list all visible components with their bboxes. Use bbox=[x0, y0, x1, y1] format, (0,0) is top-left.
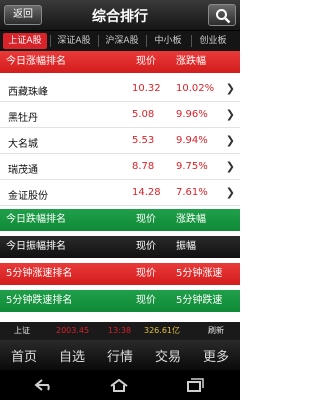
market-tabs: 上证A股 深证A股 沪深A股 中小板 创业板 bbox=[0, 31, 240, 51]
nav-more[interactable]: 更多 bbox=[192, 346, 240, 365]
section-title: 5分钟跌速排名 bbox=[6, 295, 73, 306]
tab-gem[interactable]: 创业板 bbox=[193, 33, 233, 49]
stock-name: 大名城 bbox=[8, 139, 38, 150]
index-ticker: 上证 2003.45 13:38 326.61亿 刷新 bbox=[0, 322, 240, 340]
stock-name: 西藏珠峰 bbox=[8, 87, 48, 98]
stock-row[interactable]: 金证股份 14.28 7.61% ❯ bbox=[0, 182, 240, 206]
chevron-right-icon: ❯ bbox=[225, 160, 235, 173]
page-title: 综合排行 bbox=[92, 9, 148, 25]
stock-price: 5.53 bbox=[132, 135, 155, 146]
refresh-button[interactable]: 刷新 bbox=[208, 322, 224, 340]
col-price-label: 现价 bbox=[136, 56, 156, 67]
back-icon[interactable] bbox=[34, 378, 56, 392]
section-title: 今日跌幅排名 bbox=[6, 214, 66, 225]
chevron-right-icon: ❯ bbox=[225, 134, 235, 147]
index-amount: 326.61亿 bbox=[144, 326, 180, 335]
chevron-right-icon: ❯ bbox=[225, 108, 235, 121]
col-change-label: 涨跌幅 bbox=[176, 214, 206, 225]
col-price-label: 现价 bbox=[136, 295, 156, 306]
section-title: 今日涨幅排名 bbox=[6, 56, 66, 67]
index-name: 上证 bbox=[14, 326, 30, 335]
stock-row[interactable]: 大名城 5.53 9.94% ❯ bbox=[0, 130, 240, 154]
section-title: 今日振幅排名 bbox=[6, 241, 66, 252]
stock-price: 10.32 bbox=[132, 83, 161, 94]
stock-change: 9.75% bbox=[176, 161, 208, 172]
col-change-label: 涨跌幅 bbox=[176, 56, 206, 67]
top-bar: 返回 综合排行 bbox=[0, 0, 240, 31]
recent-apps-icon[interactable] bbox=[184, 378, 206, 392]
stock-name: 瑞茂通 bbox=[8, 165, 38, 176]
col-price-label: 现价 bbox=[136, 241, 156, 252]
stock-name: 金证股份 bbox=[8, 191, 48, 202]
tab-sz-a[interactable]: 深证A股 bbox=[52, 33, 96, 49]
nav-market[interactable]: 行情 bbox=[96, 346, 144, 365]
bottom-navigation: 首页 自选 行情 交易 更多 bbox=[0, 340, 240, 370]
stock-row[interactable]: 西藏珠峰 10.32 10.02% ❯ bbox=[0, 78, 240, 102]
col-price-label: 现价 bbox=[136, 268, 156, 279]
tab-divider bbox=[191, 35, 192, 47]
amplitude-ranking-header[interactable]: 今日振幅排名 现价 振幅 bbox=[0, 236, 240, 258]
rise-speed-ranking-header[interactable]: 5分钟涨速排名 现价 5分钟涨速 bbox=[0, 263, 240, 285]
index-value: 2003.45 bbox=[56, 326, 90, 335]
nav-home[interactable]: 首页 bbox=[0, 346, 48, 365]
nav-trade[interactable]: 交易 bbox=[144, 346, 192, 365]
fall-speed-ranking-header[interactable]: 5分钟跌速排名 现价 5分钟跌速 bbox=[0, 290, 240, 312]
stock-row[interactable]: 瑞茂通 8.78 9.75% ❯ bbox=[0, 156, 240, 180]
col-change-label: 振幅 bbox=[176, 241, 196, 252]
nav-watchlist[interactable]: 自选 bbox=[48, 346, 96, 365]
up-ranking-header[interactable]: 今日涨幅排名 现价 涨跌幅 bbox=[0, 51, 240, 73]
stock-price: 5.08 bbox=[132, 109, 155, 120]
tab-sme[interactable]: 中小板 bbox=[148, 33, 188, 49]
stock-price: 8.78 bbox=[132, 161, 155, 172]
system-navigation-bar bbox=[0, 370, 240, 400]
stock-change: 7.61% bbox=[176, 187, 208, 198]
chevron-right-icon: ❯ bbox=[225, 82, 235, 95]
down-ranking-header[interactable]: 今日跌幅排名 现价 涨跌幅 bbox=[0, 209, 240, 231]
col-price-label: 现价 bbox=[136, 214, 156, 225]
tab-hs-a[interactable]: 沪深A股 bbox=[100, 33, 144, 49]
tab-divider bbox=[98, 35, 99, 47]
tab-divider bbox=[50, 35, 51, 47]
section-title: 5分钟涨速排名 bbox=[6, 268, 73, 279]
stock-change: 10.02% bbox=[176, 83, 215, 94]
stock-row[interactable]: 黑牡丹 5.08 9.96% ❯ bbox=[0, 104, 240, 128]
stock-change: 9.96% bbox=[176, 109, 208, 120]
tab-divider bbox=[146, 35, 147, 47]
back-button[interactable]: 返回 bbox=[4, 5, 42, 25]
home-icon[interactable] bbox=[108, 378, 130, 392]
stock-change: 9.94% bbox=[176, 135, 208, 146]
stock-name: 黑牡丹 bbox=[8, 113, 38, 124]
search-icon bbox=[216, 9, 231, 24]
col-change-label: 5分钟涨速 bbox=[176, 268, 223, 279]
chevron-right-icon: ❯ bbox=[225, 186, 235, 199]
stock-price: 14.28 bbox=[132, 187, 161, 198]
search-button[interactable] bbox=[208, 4, 236, 26]
index-time: 13:38 bbox=[108, 326, 132, 335]
col-change-label: 5分钟跌速 bbox=[176, 295, 223, 306]
tab-sh-a[interactable]: 上证A股 bbox=[3, 33, 47, 49]
